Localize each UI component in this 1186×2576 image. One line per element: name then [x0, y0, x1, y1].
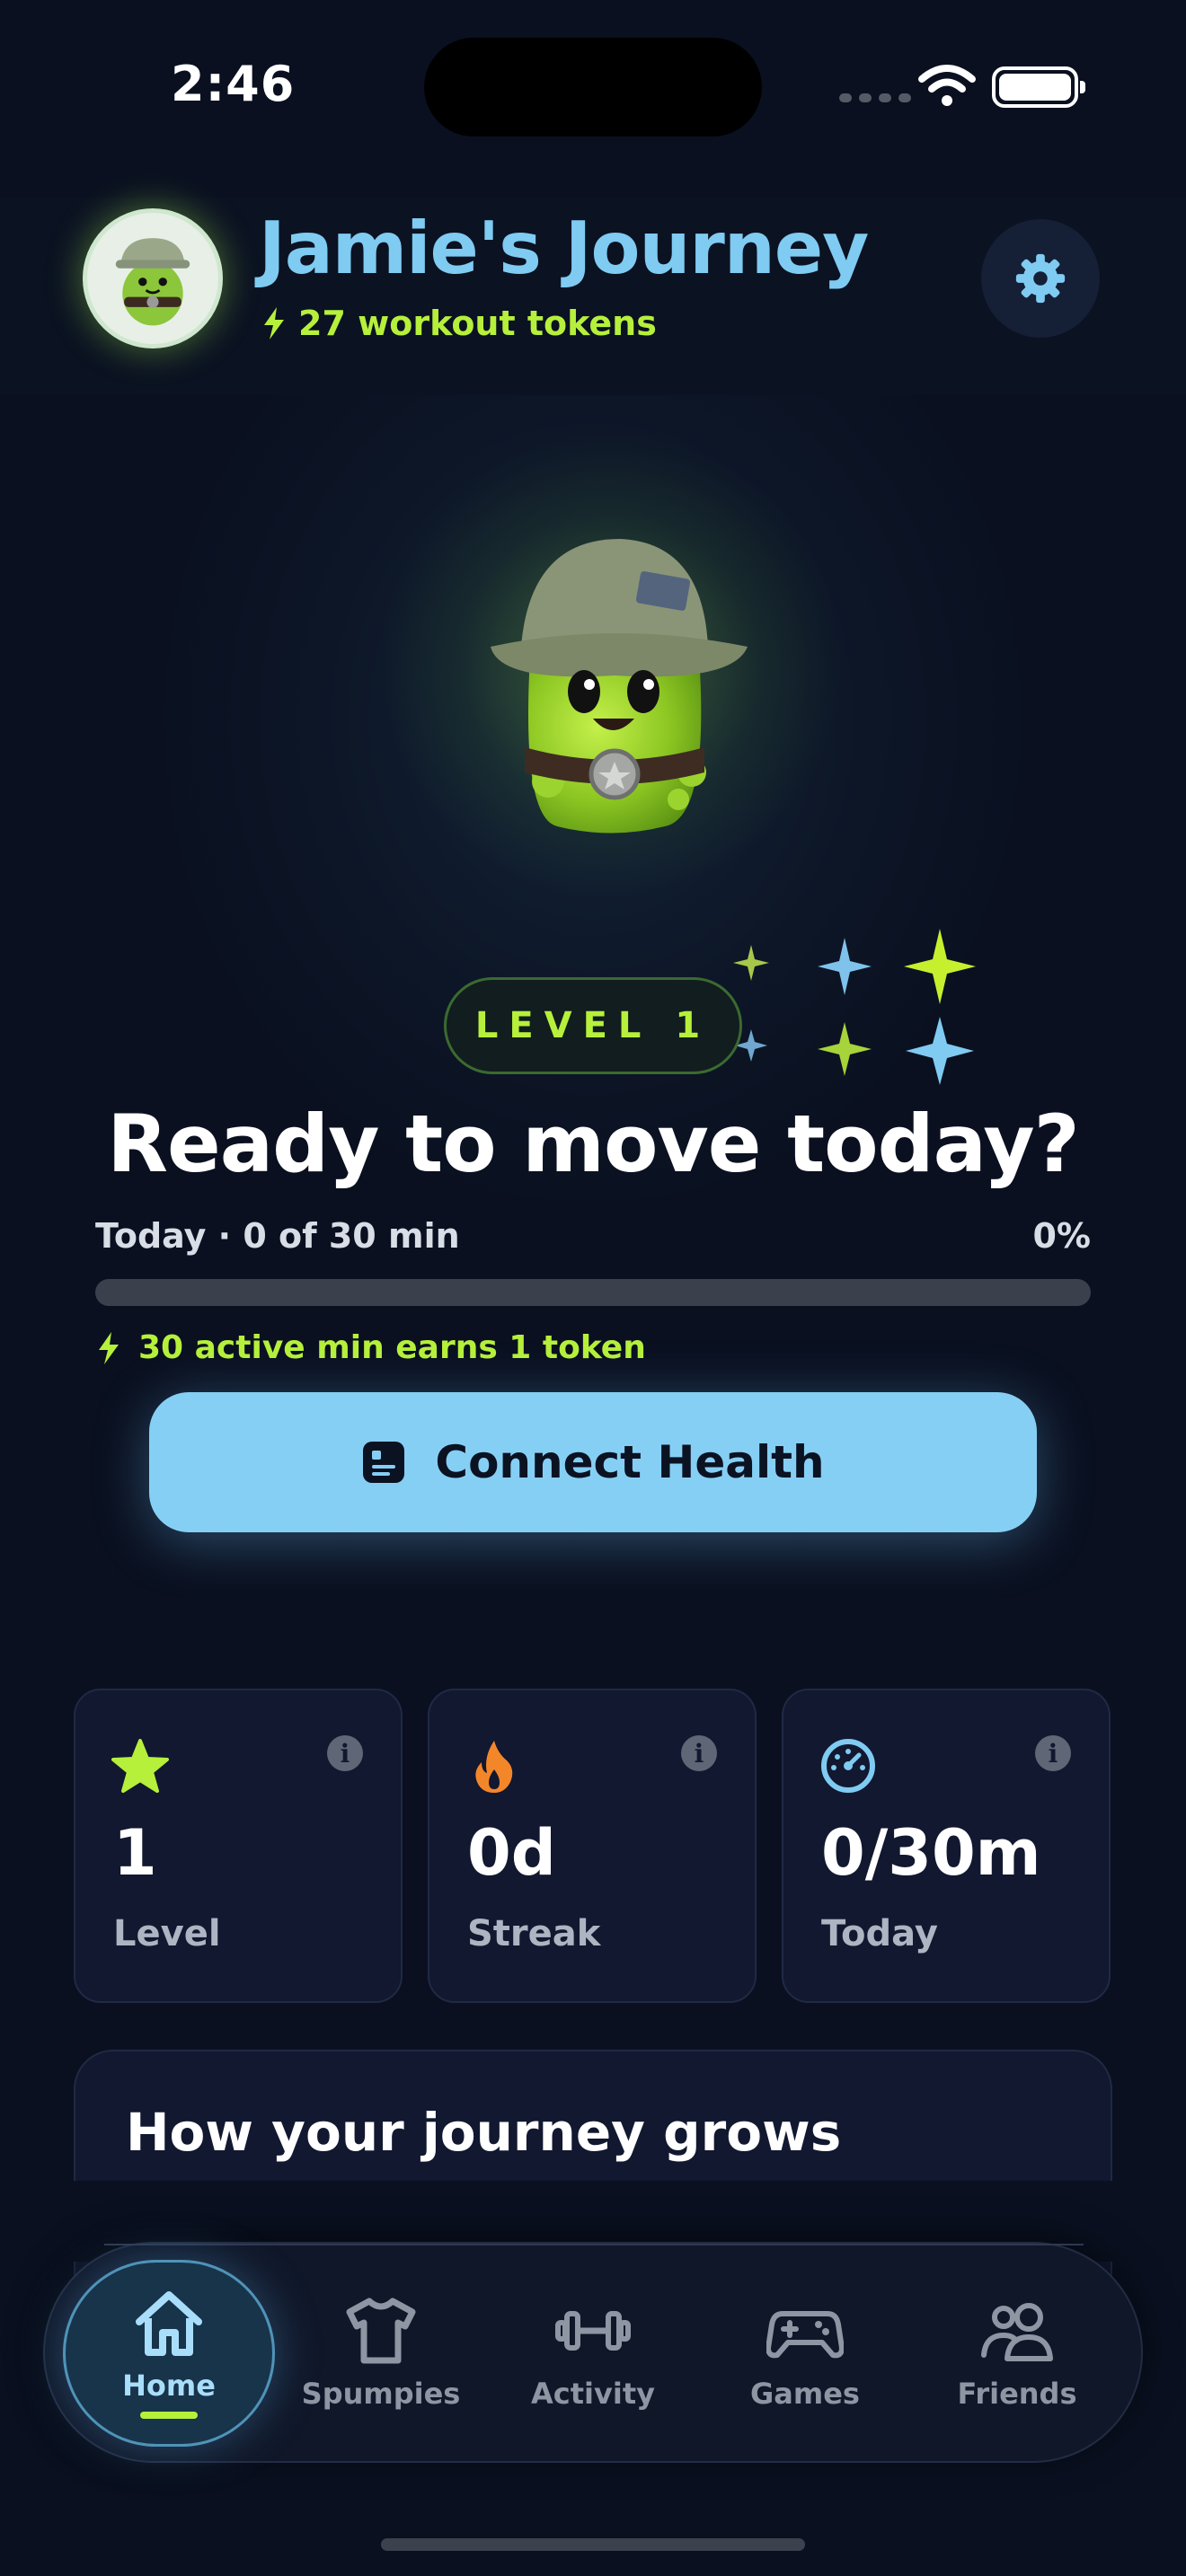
app-screen: 2:46 Jamie's Journey 27 workout tokens L… [0, 0, 1186, 2576]
tab-friends[interactable]: Friends [911, 2260, 1123, 2447]
progress-percent: 0% [1032, 1216, 1091, 1256]
gear-icon [1015, 253, 1066, 304]
tab-home[interactable]: Home [63, 2260, 275, 2447]
tab-label: Friends [957, 2377, 1077, 2411]
tab-label: Home [122, 2369, 216, 2403]
settings-button[interactable] [981, 219, 1100, 338]
lightning-icon [264, 307, 284, 340]
stat-card-level[interactable]: i 1 Level [74, 1689, 403, 2003]
connect-health-label: Connect Health [435, 1436, 825, 1488]
tab-bar: Home Spumpies Activity Games Friends [43, 2242, 1143, 2463]
mascot-avatar-icon [115, 238, 190, 326]
shirt-icon [346, 2298, 416, 2364]
stat-label: Level [113, 1913, 221, 1954]
tab-activity[interactable]: Activity [487, 2260, 699, 2447]
cellular-signal-icon [839, 93, 911, 102]
home-indicator[interactable] [381, 2538, 805, 2551]
status-time: 2:46 [171, 56, 296, 112]
level-badge: LEVEL 1 [444, 977, 742, 1074]
battery-icon [992, 66, 1085, 108]
gauge-icon [821, 1739, 875, 1793]
mascot-character[interactable] [467, 512, 755, 844]
dynamic-island [424, 38, 762, 137]
progress-label: Today · 0 of 30 min [95, 1216, 460, 1256]
tab-spumpies[interactable]: Spumpies [275, 2260, 487, 2447]
stat-label: Streak [467, 1913, 601, 1954]
earn-hint: 30 active min earns 1 token [95, 1329, 646, 1366]
token-count: 27 workout tokens [261, 304, 657, 343]
health-record-icon [363, 1442, 405, 1483]
star-icon [111, 1739, 169, 1793]
active-tab-indicator [140, 2412, 198, 2419]
stat-label: Today [821, 1913, 938, 1954]
avatar[interactable] [83, 208, 223, 348]
progress-bar [95, 1279, 1091, 1306]
tab-label: Activity [531, 2377, 655, 2411]
stat-card-streak[interactable]: i 0d Streak [428, 1689, 757, 2003]
stat-value: 0d [467, 1816, 556, 1890]
flame-icon [475, 1741, 513, 1793]
info-icon[interactable]: i [681, 1735, 717, 1771]
stat-value: 0/30m [821, 1816, 1041, 1890]
wifi-icon [918, 65, 976, 106]
journey-section-title: How your journey grows [126, 2102, 842, 2163]
gamepad-icon [766, 2311, 844, 2359]
tab-games[interactable]: Games [699, 2260, 911, 2447]
page-title: Jamie's Journey [259, 207, 869, 290]
earn-hint-text: 30 active min earns 1 token [138, 1329, 646, 1366]
token-count-text: 27 workout tokens [298, 304, 657, 343]
lightning-icon [99, 1331, 119, 1364]
stat-card-today[interactable]: i 0/30m Today [782, 1689, 1111, 2003]
stat-value: 1 [113, 1816, 157, 1890]
sparkles-decoration [733, 929, 976, 1085]
hero-headline: Ready to move today? [107, 1098, 1079, 1190]
info-icon[interactable]: i [327, 1735, 363, 1771]
dumbbell-icon [555, 2311, 631, 2351]
connect-health-button[interactable]: Connect Health [149, 1392, 1037, 1532]
people-icon [981, 2303, 1053, 2361]
tab-label: Games [750, 2377, 860, 2411]
tab-label: Spumpies [301, 2377, 461, 2411]
house-icon [136, 2291, 202, 2356]
info-icon[interactable]: i [1035, 1735, 1071, 1771]
